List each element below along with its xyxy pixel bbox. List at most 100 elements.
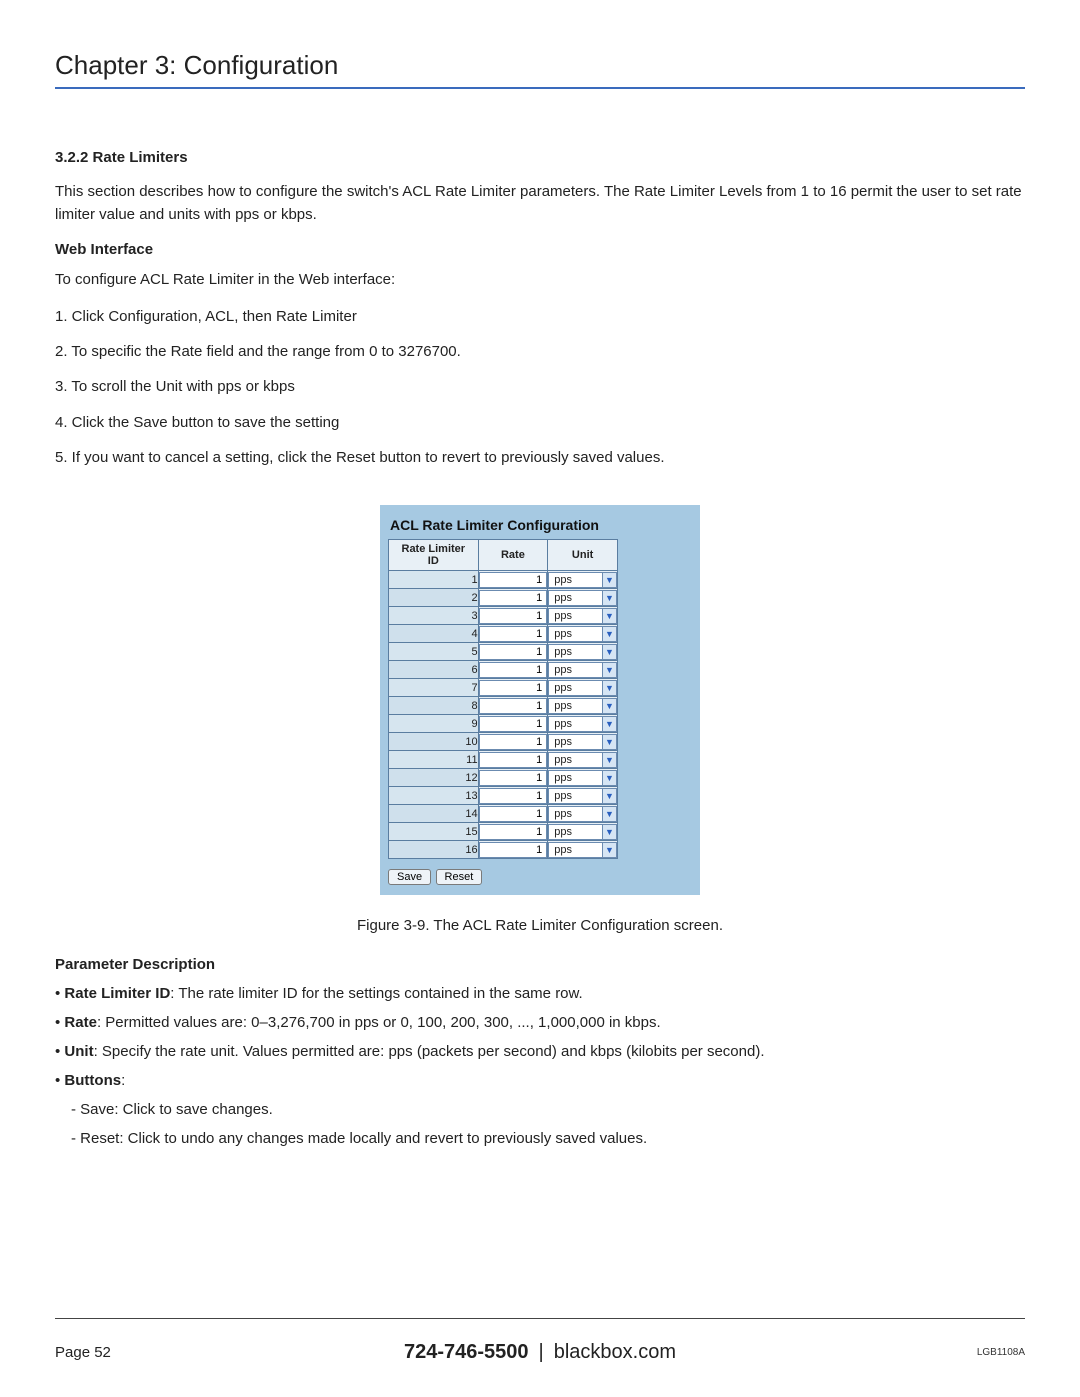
rate-limiter-id-cell: 2 [389, 589, 479, 607]
unit-cell: pps▼ [548, 787, 618, 805]
figure-wrap: ACL Rate Limiter Configuration Rate Limi… [55, 505, 1025, 934]
section-heading: 3.2.2 Rate Limiters [55, 149, 1025, 166]
rate-input[interactable] [479, 626, 548, 642]
rate-input[interactable] [479, 572, 548, 588]
rate-input[interactable] [479, 680, 548, 696]
step-2: 2. To specific the Rate field and the ra… [55, 340, 1025, 363]
rate-limiter-id-cell: 7 [389, 679, 479, 697]
rate-input[interactable] [479, 734, 548, 750]
rate-limiter-id-cell: 16 [389, 841, 479, 859]
unit-select-value: pps [549, 843, 602, 857]
rate-input[interactable] [479, 608, 548, 624]
chevron-down-icon: ▼ [602, 699, 616, 713]
chevron-down-icon: ▼ [602, 591, 616, 605]
rate-cell [478, 571, 548, 589]
unit-select-value: pps [549, 789, 602, 803]
rate-limiter-id-cell: 15 [389, 823, 479, 841]
table-row: 11pps▼ [389, 751, 618, 769]
rate-input[interactable] [479, 752, 548, 768]
rate-cell [478, 589, 548, 607]
intro-paragraph: This section describes how to configure … [55, 180, 1025, 227]
unit-select[interactable]: pps▼ [548, 662, 617, 678]
col-header-id: Rate Limiter ID [389, 540, 479, 571]
unit-select[interactable]: pps▼ [548, 572, 617, 588]
param-name: Unit [64, 1043, 93, 1060]
unit-select-value: pps [549, 663, 602, 677]
unit-cell: pps▼ [548, 571, 618, 589]
rate-input[interactable] [479, 590, 548, 606]
rate-cell [478, 823, 548, 841]
unit-select-value: pps [549, 807, 602, 821]
unit-select[interactable]: pps▼ [548, 626, 617, 642]
reset-button[interactable]: Reset [436, 869, 483, 885]
unit-select[interactable]: pps▼ [548, 590, 617, 606]
footer-site: blackbox.com [554, 1341, 676, 1363]
chevron-down-icon: ▼ [602, 843, 616, 857]
unit-select[interactable]: pps▼ [548, 842, 617, 858]
param-unit: • Unit: Specify the rate unit. Values pe… [55, 1043, 1025, 1060]
rate-cell [478, 787, 548, 805]
table-row: 12 pps▼ [389, 769, 618, 787]
table-row: 3pps▼ [389, 607, 618, 625]
save-button[interactable]: Save [388, 869, 431, 885]
unit-select[interactable]: pps▼ [548, 806, 617, 822]
unit-select-value: pps [549, 699, 602, 713]
rate-cell [478, 697, 548, 715]
unit-cell: pps▼ [548, 661, 618, 679]
chevron-down-icon: ▼ [602, 825, 616, 839]
unit-select[interactable]: pps▼ [548, 680, 617, 696]
unit-select-value: pps [549, 645, 602, 659]
table-row: 2 pps▼ [389, 589, 618, 607]
param-name: Rate Limiter ID [64, 985, 170, 1002]
col-header-rate: Rate [478, 540, 548, 571]
unit-select-value: pps [549, 753, 602, 767]
rate-input[interactable] [479, 644, 548, 660]
rate-input[interactable] [479, 770, 548, 786]
unit-select[interactable]: pps▼ [548, 734, 617, 750]
step-1: 1. Click Configuration, ACL, then Rate L… [55, 305, 1025, 328]
unit-select-value: pps [549, 573, 602, 587]
unit-select-value: pps [549, 627, 602, 641]
param-name: Rate [64, 1014, 97, 1031]
rate-cell [478, 679, 548, 697]
chevron-down-icon: ▼ [602, 753, 616, 767]
rate-limiter-id-cell: 9 [389, 715, 479, 733]
unit-select[interactable]: pps▼ [548, 824, 617, 840]
step-3: 3. To scroll the Unit with pps or kbps [55, 375, 1025, 398]
table-row: 6pps▼ [389, 661, 618, 679]
unit-select[interactable]: pps▼ [548, 770, 617, 786]
unit-select-value: pps [549, 771, 602, 785]
unit-select[interactable]: pps▼ [548, 698, 617, 714]
rate-input[interactable] [479, 716, 548, 732]
param-desc: : Permitted values are: 0–3,276,700 in p… [97, 1014, 661, 1031]
unit-cell: pps▼ [548, 769, 618, 787]
rate-cell [478, 643, 548, 661]
rate-input[interactable] [479, 788, 548, 804]
rate-input[interactable] [479, 698, 548, 714]
unit-cell: pps▼ [548, 841, 618, 859]
param-buttons: • Buttons: [55, 1072, 1025, 1089]
rate-input[interactable] [479, 662, 548, 678]
table-row: 15 pps▼ [389, 823, 618, 841]
rate-input[interactable] [479, 842, 548, 858]
table-row: 13pps▼ [389, 787, 618, 805]
chevron-down-icon: ▼ [602, 663, 616, 677]
rate-input[interactable] [479, 824, 548, 840]
rate-cell [478, 661, 548, 679]
unit-select[interactable]: pps▼ [548, 752, 617, 768]
rate-limiter-id-cell: 12 [389, 769, 479, 787]
unit-select[interactable]: pps▼ [548, 788, 617, 804]
unit-select[interactable]: pps▼ [548, 608, 617, 624]
footer-phone: 724-746-5500 [404, 1341, 529, 1363]
rate-cell [478, 841, 548, 859]
chevron-down-icon: ▼ [602, 645, 616, 659]
unit-cell: pps▼ [548, 643, 618, 661]
chevron-down-icon: ▼ [602, 735, 616, 749]
rate-input[interactable] [479, 806, 548, 822]
param-rate: • Rate: Permitted values are: 0–3,276,70… [55, 1014, 1025, 1031]
rate-limiter-id-cell: 8 [389, 697, 479, 715]
param-save-desc: - Save: Click to save changes. [71, 1101, 1025, 1118]
chevron-down-icon: ▼ [602, 609, 616, 623]
unit-select[interactable]: pps▼ [548, 644, 617, 660]
unit-select[interactable]: pps▼ [548, 716, 617, 732]
